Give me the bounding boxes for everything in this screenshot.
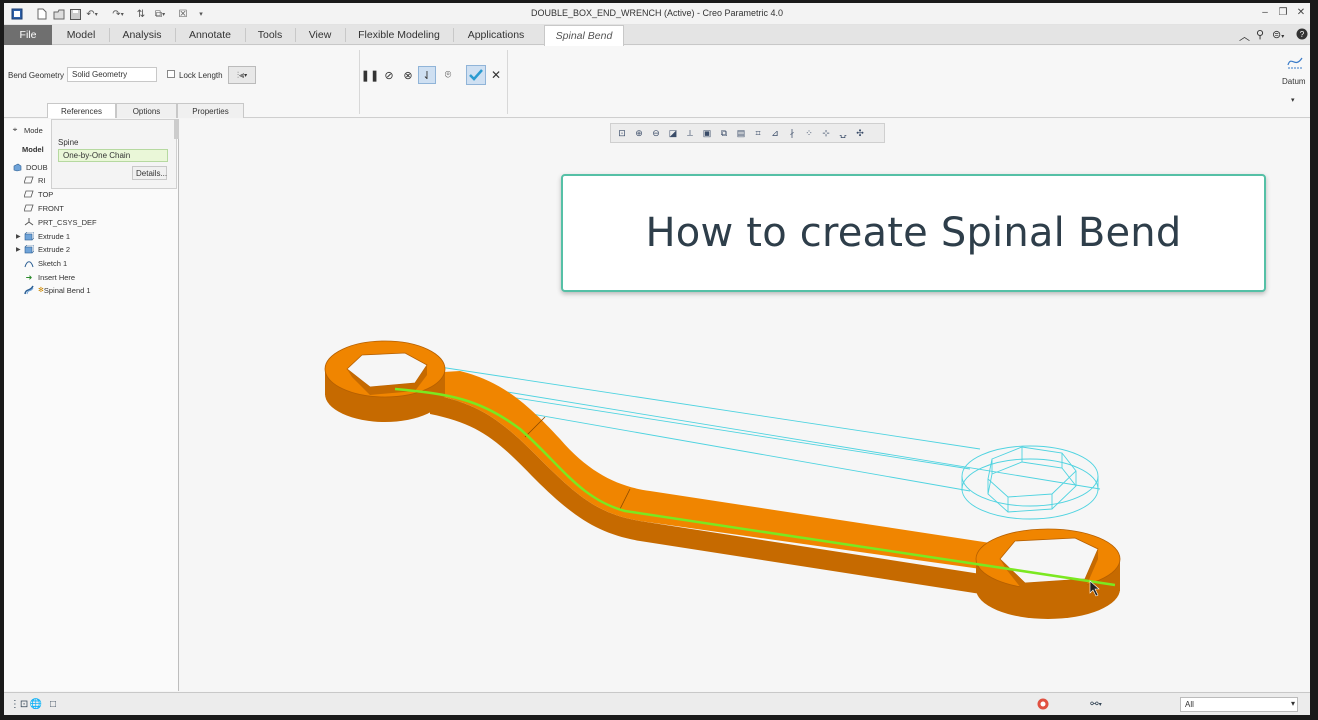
bend-geometry-field[interactable]: Solid Geometry [67, 67, 157, 82]
message-error-icon[interactable] [1036, 697, 1050, 711]
tree-label: PRT_CSYS_DEF [38, 217, 97, 227]
help-icon[interactable]: ? [1296, 28, 1308, 43]
no-preview-icon[interactable]: ⊘ [381, 67, 397, 83]
part-icon [12, 162, 22, 172]
tree-view-icon: ⌖ [12, 125, 18, 134]
tutorial-title: How to create Spinal Bend [645, 210, 1182, 256]
expand-ribbon-icon[interactable]: ︿ [1239, 28, 1250, 44]
details-button[interactable]: Details... [132, 166, 167, 180]
tree-label: Insert Here [38, 272, 76, 282]
spinal-bend-icon [24, 285, 34, 295]
settings-icon[interactable]: ⊜▾ [1272, 28, 1284, 41]
datum-plane-icon [24, 203, 34, 213]
tab-model[interactable]: Model [54, 25, 108, 45]
svg-text:?: ? [1300, 30, 1305, 39]
extrude-icon [24, 231, 34, 241]
tree-scrollbar[interactable] [174, 119, 179, 139]
wrench-solid [324, 340, 1121, 619]
tree-item-csys[interactable]: PRT_CSYS_DEF [24, 216, 97, 228]
status-bar: ⋮⊡ 🌐 □ ⚯ ▾ All ▾ [4, 692, 1310, 715]
selection-filter[interactable]: All ▾ [1180, 697, 1298, 712]
length-properties-button[interactable]: ⫶⫷ ▾ [228, 66, 256, 84]
spine-chain-collector[interactable]: One-by-One Chain [58, 149, 168, 162]
bend-geometry-label: Bend Geometry [8, 71, 65, 80]
csys-icon [24, 217, 34, 227]
lock-length-label: Lock Length [179, 71, 223, 80]
references-panel: Spine One-by-One Chain Details... [51, 119, 177, 189]
tree-item-top[interactable]: TOP [24, 188, 53, 200]
pause-icon[interactable]: ❚❚ [361, 67, 379, 83]
creo-window: ↶ ▾ ↷ ▾ ⇅ ⧉ ▾ ☒ ▾ DOUBLE_BOX_END_WRENCH … [4, 3, 1310, 715]
tree-label: TOP [38, 189, 54, 199]
ribbon: Bend Geometry Solid Geometry Lock Length… [4, 46, 1310, 118]
expand-arrow-icon[interactable]: ▶ [16, 246, 21, 253]
chevron-down-icon: ▾ [1290, 699, 1295, 708]
tab-applications[interactable]: Applications [454, 25, 538, 45]
close-button[interactable]: ✕ [1294, 6, 1308, 20]
datum-plane-icon [24, 175, 34, 185]
window-title: DOUBLE_BOX_END_WRENCH (Active) - Creo Pa… [530, 8, 784, 18]
extrude-icon [24, 244, 34, 254]
datum-plane-icon [24, 189, 34, 199]
tab-file[interactable]: File [4, 25, 52, 45]
tree-label: Sketch 1 [38, 258, 68, 268]
tree-item-extrude-2[interactable]: ▶ Extrude 2 [16, 243, 71, 255]
tree-item-extrude-1[interactable]: ▶ Extrude 1 [16, 230, 71, 242]
datum-dropdown-icon[interactable]: ▾ [1291, 96, 1295, 104]
insert-arrow-icon: ➜ [25, 272, 33, 282]
tree-label: FRONT [38, 203, 64, 213]
full-screen-icon[interactable]: □ [46, 697, 60, 711]
tab-view[interactable]: View [296, 25, 344, 45]
ok-check-icon[interactable] [466, 65, 486, 85]
tree-label: Extrude 2 [38, 244, 71, 254]
detached-preview-icon[interactable]: ⇃ [418, 66, 436, 84]
tree-label: DOUB [26, 162, 48, 172]
tab-properties[interactable]: Properties [177, 103, 244, 118]
datum-icon[interactable] [1285, 52, 1305, 72]
tree-label: RI [38, 175, 46, 185]
model-tree-panel: ⌖ Mode Model DOUB RI TOP FRONT PRT_CSYS_D… [4, 119, 179, 691]
tree-item-spinal-bend-1[interactable]: ✻ Spinal Bend 1 [24, 284, 91, 296]
selection-filter-value: All [1185, 700, 1194, 709]
tab-flexible-modeling[interactable]: Flexible Modeling [346, 25, 452, 45]
tab-spinal-bend[interactable]: Spinal Bend [544, 25, 624, 46]
show-browser-icon[interactable]: 🌐 [29, 697, 43, 711]
sketch-icon [24, 258, 34, 268]
tree-item-insert-here[interactable]: ➜ Insert Here [24, 271, 75, 283]
tree-item-front[interactable]: FRONT [24, 202, 64, 214]
tree-item-part[interactable]: DOUB [12, 161, 48, 173]
attached-preview-icon[interactable]: ⊗ [400, 67, 416, 83]
find-icon[interactable]: ⚯ ▾ [1084, 697, 1108, 711]
tab-tools[interactable]: Tools [246, 25, 294, 45]
verify-icon[interactable]: ⌾ [440, 67, 456, 83]
search-icon[interactable]: ⚲ [1256, 28, 1264, 41]
tab-options[interactable]: Options [116, 103, 177, 118]
model-column-header[interactable]: Model [22, 143, 44, 155]
tree-item-sketch-1[interactable]: Sketch 1 [24, 257, 67, 269]
restore-button[interactable]: ❐ [1276, 6, 1290, 20]
tree-item-right[interactable]: RI [24, 174, 46, 186]
tab-analysis[interactable]: Analysis [110, 25, 174, 45]
lock-length-checkbox[interactable] [167, 70, 175, 78]
datum-label: Datum [1282, 77, 1306, 86]
spine-label: Spine [58, 138, 79, 147]
tree-label: Extrude 1 [38, 231, 71, 241]
tutorial-title-card: How to create Spinal Bend [561, 174, 1266, 292]
model-tree-header[interactable]: ⌖ Mode [10, 124, 43, 136]
title-bar: ↶ ▾ ↷ ▾ ⇅ ⧉ ▾ ☒ ▾ DOUBLE_BOX_END_WRENCH … [4, 3, 1310, 25]
minimize-button[interactable]: – [1258, 6, 1272, 20]
tab-annotate[interactable]: Annotate [176, 25, 244, 45]
expand-arrow-icon[interactable]: ▶ [16, 233, 21, 240]
menu-bar: File Model Analysis Annotate Tools View … [4, 25, 1310, 46]
tree-label: Spinal Bend 1 [43, 285, 91, 295]
model-tree-title: Mode [24, 125, 43, 135]
tab-references[interactable]: References [47, 103, 116, 118]
show-navigator-icon[interactable]: ⋮⊡ [10, 697, 28, 711]
graphics-window[interactable]: ⊡ ⊕ ⊖ ◪ ⟂ ▣ ⧉ ▤ ⌗ ⊿ ∤ ⁘ ⊹ ⍽ ✣ How to cre… [180, 119, 1310, 691]
cancel-x-icon[interactable]: ✕ [488, 67, 504, 83]
